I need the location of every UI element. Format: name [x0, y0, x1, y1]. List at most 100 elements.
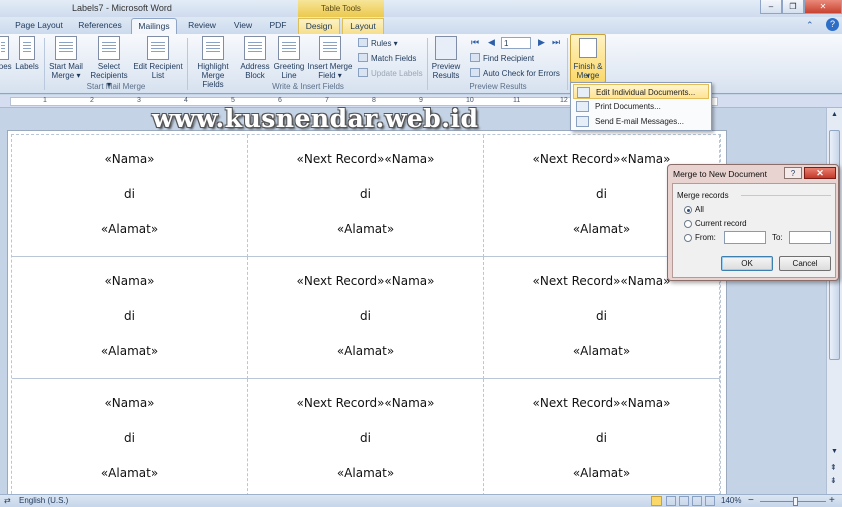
ok-button[interactable]: OK: [721, 256, 773, 271]
previous-page-icon[interactable]: ⇞: [830, 463, 837, 472]
envelopes-button[interactable]: opes: [0, 36, 12, 71]
tab-design[interactable]: Design: [298, 18, 340, 34]
labels-button[interactable]: Labels: [14, 36, 40, 71]
draft-view-icon[interactable]: [705, 496, 715, 506]
merge-field-name: «Nama»: [104, 396, 155, 410]
zoom-level[interactable]: 140%: [721, 495, 741, 507]
zoom-in-button[interactable]: +: [829, 495, 835, 507]
label-cell[interactable]: «Next Record»«Nama» di «Alamat»: [248, 257, 484, 379]
select-recipients-icon: [98, 36, 120, 60]
match-fields-button[interactable]: Match Fields: [358, 53, 416, 64]
next-record-icon[interactable]: ▶: [538, 37, 545, 48]
zoom-slider-thumb[interactable]: [793, 497, 799, 506]
start-mail-merge-button[interactable]: Start Mail Merge ▾: [46, 36, 86, 80]
tab-page-layout[interactable]: Page Layout: [10, 18, 68, 34]
web-layout-icon[interactable]: [679, 496, 689, 506]
ribbon-collapse-icon[interactable]: ⌃: [806, 20, 814, 31]
insert-merge-field-icon: [319, 36, 341, 60]
labels-table[interactable]: «Nama» di «Alamat» «Next Record»«Nama» di «Al…: [11, 134, 721, 494]
label-cell[interactable]: «Next Record»«Nama» di «Alamat»: [484, 379, 720, 494]
label-text-di: di: [124, 187, 135, 201]
minimize-button[interactable]: –: [760, 0, 782, 14]
dialog-body: Merge records All Current record From: T…: [672, 183, 836, 278]
help-icon[interactable]: ?: [826, 18, 839, 31]
document-page[interactable]: «Nama» di «Alamat» «Next Record»«Nama» di «Al…: [7, 130, 727, 494]
ruler-number: 6: [278, 97, 282, 104]
tab-references[interactable]: References: [74, 18, 126, 34]
match-fields-icon: [358, 53, 368, 62]
auto-check-icon: [470, 68, 480, 77]
dialog-help-button[interactable]: ?: [784, 167, 802, 179]
rules-button[interactable]: Rules ▾: [358, 38, 398, 49]
dialog-close-button[interactable]: ✕: [804, 167, 836, 179]
first-record-icon[interactable]: ⏮: [471, 37, 479, 48]
radio-current-record-label[interactable]: Current record: [695, 219, 747, 228]
table-tools-context-label: Table Tools: [298, 0, 384, 17]
record-number-input[interactable]: 1: [501, 37, 531, 49]
window-title: Labels7 - Microsoft Word: [72, 3, 172, 13]
menu-item-send-email-messages[interactable]: Send E-mail Messages...: [573, 114, 709, 129]
finish-merge-icon: [579, 38, 597, 58]
radio-from-label[interactable]: From:: [695, 233, 716, 242]
label-cell[interactable]: «Next Record»«Nama» di «Alamat»: [248, 135, 484, 257]
auto-check-errors-button[interactable]: Auto Check for Errors: [470, 68, 560, 79]
merge-to-new-document-dialog: Merge to New Document ? ✕ Merge records …: [667, 164, 839, 281]
label-cell[interactable]: «Nama» di «Alamat»: [12, 135, 248, 257]
macro-status-icon[interactable]: ⇄: [4, 495, 11, 507]
print-layout-view-icon[interactable]: [651, 496, 662, 506]
zoom-out-button[interactable]: −: [748, 495, 754, 507]
tab-view[interactable]: View: [229, 18, 257, 34]
last-record-icon[interactable]: ⏭: [552, 37, 560, 48]
close-window-button[interactable]: ✕: [804, 0, 842, 14]
next-page-icon[interactable]: ⇟: [830, 476, 837, 485]
ruler-number: 9: [419, 97, 423, 104]
radio-current-record[interactable]: [684, 220, 692, 228]
group-separator: [567, 38, 568, 90]
find-recipient-label: Find Recipient: [483, 54, 535, 63]
tab-layout[interactable]: Layout: [342, 18, 384, 34]
label-cell[interactable]: «Nama» di «Alamat»: [12, 257, 248, 379]
merge-field-address: «Alamat»: [336, 466, 395, 480]
address-block-icon: [244, 36, 266, 60]
outline-view-icon[interactable]: [692, 496, 702, 506]
ruler-number: 4: [184, 97, 188, 104]
full-screen-reading-icon[interactable]: [666, 496, 676, 506]
update-labels-button[interactable]: Update Labels: [358, 68, 423, 79]
edit-documents-icon: [577, 87, 590, 98]
group-separator: [44, 38, 45, 90]
label-cell[interactable]: «Nama» di «Alamat»: [12, 379, 248, 494]
insert-merge-field-button[interactable]: Insert Merge Field ▾: [306, 36, 354, 80]
radio-all-label[interactable]: All: [695, 205, 704, 214]
radio-from[interactable]: [684, 234, 692, 242]
finish-merge-button[interactable]: Finish & Merge ▾: [570, 34, 606, 83]
highlight-fields-icon: [202, 36, 224, 60]
greeting-line-icon: [278, 36, 300, 60]
radio-all[interactable]: [684, 206, 692, 214]
tab-review[interactable]: Review: [184, 18, 220, 34]
menu-item-edit-individual-documents[interactable]: Edit Individual Documents...: [573, 84, 709, 99]
edit-recipient-list-icon: [147, 36, 169, 60]
tab-pdf[interactable]: PDF: [265, 18, 291, 34]
scroll-down-icon[interactable]: ▼: [831, 448, 838, 455]
envelope-icon: [0, 36, 9, 60]
cancel-button[interactable]: Cancel: [779, 256, 831, 271]
find-recipient-button[interactable]: Find Recipient: [470, 53, 534, 64]
from-input[interactable]: [724, 231, 766, 244]
tab-mailings[interactable]: Mailings: [131, 18, 177, 34]
preview-results-button[interactable]: Preview Results: [430, 36, 462, 80]
previous-record-icon[interactable]: ◀: [488, 37, 495, 48]
to-input[interactable]: [789, 231, 831, 244]
restore-button[interactable]: ❐: [782, 0, 804, 14]
label-cell[interactable]: «Next Record»«Nama» di «Alamat»: [248, 379, 484, 494]
insert-merge-field-label: Insert Merge Field: [307, 62, 353, 80]
address-block-button[interactable]: Address Block: [238, 36, 272, 80]
merge-field-address: «Alamat»: [572, 466, 631, 480]
greeting-line-button[interactable]: Greeting Line: [272, 36, 306, 80]
language-indicator[interactable]: English (U.S.): [19, 495, 68, 507]
scroll-up-icon[interactable]: ▲: [831, 111, 838, 118]
edit-recipient-list-button[interactable]: Edit Recipient List: [132, 36, 184, 80]
merge-field-name: «Next Record»«Nama»: [532, 396, 671, 410]
menu-item-print-documents[interactable]: Print Documents...: [573, 99, 709, 114]
ribbon-tabs: Page Layout References Mailings Review V…: [0, 17, 842, 34]
email-icon: [576, 116, 589, 127]
